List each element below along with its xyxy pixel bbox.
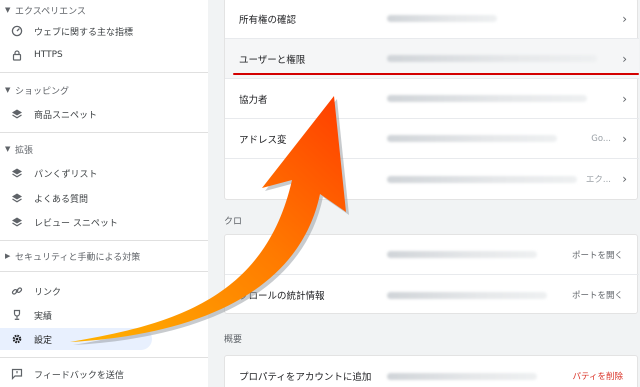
row-label: 所有権の確認	[239, 14, 297, 26]
row-trail-text: エク...	[585, 175, 611, 185]
sidebar-item-faq[interactable]: よくある質問	[0, 187, 152, 209]
sidebar-item-review-snippets[interactable]: レビュー スニペット	[0, 211, 152, 233]
sidebar-item-label: よくある質問	[34, 194, 89, 205]
section-enhancements[interactable]: ▼ 拡張	[0, 139, 208, 159]
row-add-property-to-account[interactable]: プロパティをアカウントに追加 パティを削除	[225, 356, 639, 387]
sidebar-item-breadcrumbs[interactable]: パンくずリスト	[0, 162, 152, 184]
lock-icon	[10, 48, 24, 62]
sidebar-item-label: 設定	[34, 335, 53, 346]
trophy-icon	[10, 308, 24, 322]
redacted-text	[387, 175, 577, 183]
open-report-link[interactable]: ポートを開く	[572, 249, 623, 261]
sidebar-item-https[interactable]: HTTPS	[0, 44, 152, 66]
sidebar-item-label: HTTPS	[34, 50, 63, 60]
redacted-text	[387, 135, 557, 142]
layers-icon	[10, 166, 24, 180]
row-change-of-address[interactable]: アドレス変 Go... ›	[225, 119, 639, 159]
row-label: 協力者	[239, 94, 268, 106]
sidebar-item-label: 商品スニペット	[34, 110, 98, 121]
section-experience[interactable]: ▼ エクスペリエンス	[0, 0, 208, 20]
section-security[interactable]: ▶ セキュリティと手動による対策	[0, 246, 208, 266]
red-underline-annotation	[233, 73, 639, 75]
row-trail-text: Go...	[591, 133, 611, 144]
sidebar-item-settings[interactable]: 設定	[0, 328, 152, 350]
sidebar-item-links[interactable]: リンク	[0, 280, 152, 302]
link-icon	[10, 284, 24, 298]
redacted-text	[387, 291, 547, 299]
divider	[0, 271, 208, 272]
layers-icon	[10, 107, 24, 121]
section-title: セキュリティと手動による対策	[15, 252, 141, 263]
sidebar-item-core-web-vitals[interactable]: ウェブに関する主な指標	[0, 20, 152, 42]
section-title: ショッピング	[15, 86, 70, 97]
row-associations[interactable]: 協力者 ›	[225, 79, 639, 119]
chevron-right-icon: ›	[622, 131, 627, 146]
sidebar-item-label: 実績	[34, 311, 53, 322]
sidebar-item-label: フィードバックを送信	[34, 370, 124, 381]
chevron-right-icon: ›	[622, 51, 627, 66]
chevron-right-icon: ›	[622, 172, 627, 186]
main-content: 所有権の確認 › ユーザーと権限 › 協力者 › アドレス変 Go... › エ…	[208, 0, 640, 387]
caret-down-icon: ▼	[5, 145, 11, 153]
row-label: クロールの統計情報	[239, 291, 325, 302]
open-report-link[interactable]: ポートを開く	[572, 289, 623, 301]
crawl-card: ポートを開く クロールの統計情報 ポートを開く	[224, 234, 639, 315]
caret-right-icon: ▶	[5, 252, 11, 260]
settings-card: 所有権の確認 › ユーザーと権限 › 協力者 › アドレス変 Go... › エ…	[224, 0, 639, 200]
caret-down-icon: ▼	[5, 86, 11, 94]
sidebar-item-label: ウェブに関する主な指標	[34, 27, 134, 38]
sidebar: ▼ エクスペリエンス ウェブに関する主な指標 HTTPS ▼ ショッピング 商品…	[0, 0, 208, 387]
sidebar-item-label: リンク	[34, 287, 62, 298]
row-label: プロパティをアカウントに追加	[239, 372, 372, 383]
gear-icon	[10, 332, 24, 346]
remove-property-link[interactable]: パティを削除	[573, 370, 624, 382]
row-crawl-stats[interactable]: クロールの統計情報 ポートを開く	[225, 275, 639, 315]
section-shopping[interactable]: ▼ ショッピング	[0, 80, 208, 100]
chevron-right-icon: ›	[622, 91, 627, 106]
row-users-and-permissions[interactable]: ユーザーと権限 ›	[225, 39, 639, 79]
sidebar-item-label: レビュー スニペット	[34, 218, 118, 229]
redacted-text	[387, 251, 537, 258]
row-label: アドレス変	[239, 134, 287, 146]
row-ownership-verification[interactable]: 所有権の確認 ›	[225, 0, 639, 39]
section-title: 拡張	[15, 145, 34, 156]
redacted-text	[387, 372, 537, 380]
section-title: エクスペリエンス	[15, 6, 86, 17]
section-header-crawl: クロ	[224, 217, 243, 227]
row-fifth-setting[interactable]: エク... ›	[225, 159, 639, 199]
redacted-text	[387, 95, 587, 102]
feedback-icon	[10, 367, 24, 381]
speed-gauge-icon	[10, 24, 24, 38]
sidebar-item-send-feedback[interactable]: フィードバックを送信	[0, 363, 152, 385]
row-label: ユーザーと権限	[239, 54, 306, 66]
divider	[0, 357, 208, 358]
redacted-text	[387, 55, 597, 62]
layers-icon	[10, 215, 24, 229]
section-header-overview: 概要	[224, 335, 243, 345]
sidebar-item-product-snippets[interactable]: 商品スニペット	[0, 103, 152, 125]
row-crawl-setting[interactable]: ポートを開く	[225, 235, 639, 275]
chevron-right-icon: ›	[622, 11, 627, 26]
divider	[0, 240, 208, 241]
sidebar-item-achievements[interactable]: 実績	[0, 304, 152, 326]
divider	[0, 72, 208, 73]
overview-card: プロパティをアカウントに追加 パティを削除	[224, 355, 638, 387]
sidebar-item-label: パンくずリスト	[34, 169, 98, 180]
divider	[0, 132, 208, 133]
caret-down-icon: ▼	[5, 6, 11, 14]
redacted-text	[387, 15, 497, 22]
layers-icon	[10, 191, 24, 205]
